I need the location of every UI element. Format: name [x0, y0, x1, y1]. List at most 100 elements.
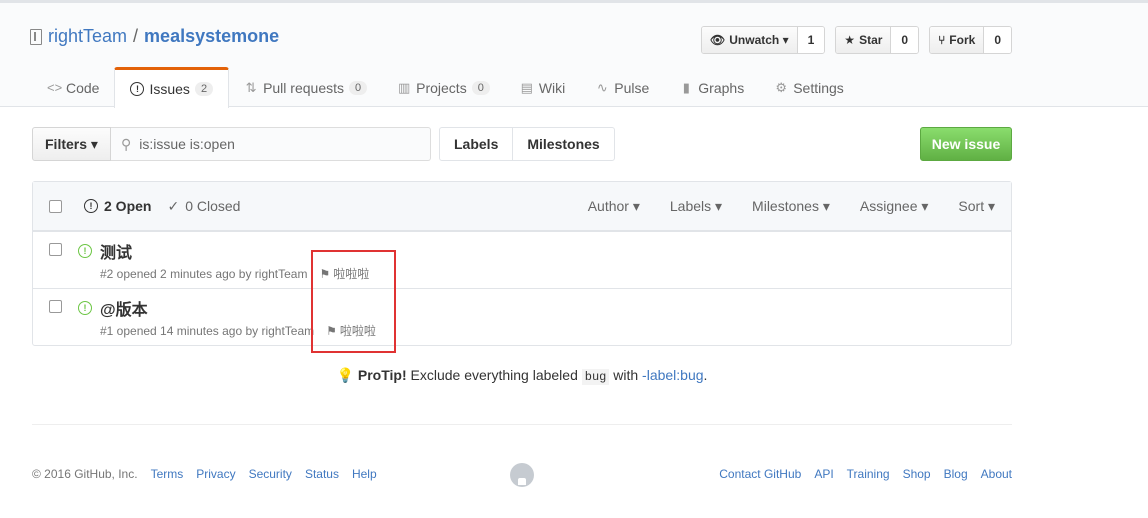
repo-actions: 👁 Unwatch ▾ 1 ★ Star 0 ⑂ Fork 0: [701, 26, 1012, 54]
repo-owner-link[interactable]: rightTeam: [48, 26, 127, 47]
issue-opened-icon: !: [78, 244, 92, 258]
tab-projects[interactable]: ▥ Projects 0: [382, 67, 505, 108]
tab-graphs[interactable]: ▮ Graphs: [664, 67, 759, 108]
tab-label: Pulse: [614, 79, 650, 96]
issue-row: ! 测试 #2 opened 2 minutes ago by rightTea…: [33, 231, 1011, 288]
eye-icon: 👁: [710, 33, 726, 47]
tab-counter: 2: [194, 82, 214, 96]
footer-link-about[interactable]: About: [981, 467, 1012, 481]
author-filter[interactable]: Author ▾: [588, 198, 640, 215]
unwatch-label: Unwatch ▾: [729, 33, 789, 47]
tab-pull-requests[interactable]: ⇅ Pull requests 0: [229, 67, 382, 108]
issue-checkbox[interactable]: [49, 243, 62, 256]
highlight-annotation: [311, 250, 396, 353]
issue-states: ! 2 Open ✓ 0 Closed: [84, 198, 240, 215]
tab-issues[interactable]: ! Issues 2: [114, 67, 230, 108]
footer-link-terms[interactable]: Terms: [151, 467, 184, 481]
issue-opened-icon: !: [78, 301, 92, 315]
issue-filters: Filters ▾ ⚲: [32, 127, 431, 161]
open-issues-link[interactable]: ! 2 Open: [84, 198, 151, 215]
labels-filter[interactable]: Labels ▾: [670, 198, 722, 215]
footer-link-status[interactable]: Status: [305, 467, 339, 481]
issue-title-link[interactable]: @版本: [100, 296, 148, 320]
protip-text: Exclude everything labeled: [406, 367, 582, 383]
tab-pulse[interactable]: ∿ Pulse: [580, 67, 664, 108]
protip: 💡 ProTip! Exclude everything labeled bug…: [0, 367, 1044, 385]
footer-right: Contact GitHub API Training Shop Blog Ab…: [719, 467, 1012, 481]
footer-link-api[interactable]: API: [814, 467, 833, 481]
repo-icon: [30, 28, 42, 45]
gear-icon: ⚙: [775, 79, 788, 95]
select-all-checkbox[interactable]: [49, 199, 62, 213]
star-label: Star: [859, 33, 883, 47]
tab-counter: 0: [471, 80, 490, 95]
tab-label: Settings: [793, 79, 844, 96]
labels-button[interactable]: Labels: [440, 128, 512, 160]
repo-nav-tabs: <> Code ! Issues 2 ⇅ Pull requests 0 ▥ P…: [32, 67, 859, 108]
issue-checkbox[interactable]: [49, 300, 62, 313]
issue-icon: !: [130, 82, 145, 96]
footer-link-privacy[interactable]: Privacy: [196, 467, 235, 481]
pulse-icon: ∿: [596, 79, 608, 95]
closed-count: 0 Closed: [185, 198, 241, 214]
fork-label: Fork: [949, 33, 976, 47]
repo-title: rightTeam / mealsystemone: [30, 26, 279, 47]
tab-wiki[interactable]: ▤ Wiki: [505, 67, 580, 108]
tab-label: Pull requests: [263, 79, 344, 96]
github-logo-icon[interactable]: [510, 463, 534, 487]
assignee-filter[interactable]: Assignee ▾: [860, 198, 929, 215]
repo-separator: /: [133, 26, 139, 46]
new-issue-button[interactable]: New issue: [920, 127, 1012, 161]
forks-count[interactable]: 0: [984, 27, 1011, 53]
tab-label: Projects: [416, 79, 467, 96]
fork-icon: ⑂: [938, 33, 946, 47]
milestones-button[interactable]: Milestones: [512, 128, 613, 160]
search-icon: ⚲: [120, 135, 132, 152]
book-icon: ▤: [520, 79, 533, 95]
open-count: 2 Open: [104, 198, 152, 214]
tab-settings[interactable]: ⚙ Settings: [759, 67, 859, 108]
check-icon: ✓: [167, 197, 180, 214]
tab-code[interactable]: <> Code: [32, 67, 114, 108]
repo-name-link[interactable]: mealsystemone: [144, 26, 279, 47]
protip-label: ProTip!: [357, 367, 407, 383]
watchers-count[interactable]: 1: [797, 27, 825, 53]
search-input[interactable]: [139, 136, 400, 152]
tab-label: Graphs: [698, 79, 745, 96]
tab-label: Issues: [149, 81, 190, 97]
issues-list: ! 2 Open ✓ 0 Closed Author ▾ Labels ▾ Mi…: [32, 181, 1012, 346]
footer-left: © 2016 GitHub, Inc. Terms Privacy Securi…: [32, 467, 377, 481]
issue-opened-icon: !: [84, 199, 98, 213]
list-filters: Author ▾ Labels ▾ Milestones ▾ Assignee …: [588, 198, 1011, 215]
filters-button[interactable]: Filters ▾: [32, 127, 111, 161]
stars-count[interactable]: 0: [891, 27, 919, 53]
watch-button-group: 👁 Unwatch ▾ 1: [701, 26, 826, 54]
fork-button[interactable]: ⑂ Fork: [930, 27, 985, 53]
lightbulb-icon: 💡: [336, 367, 354, 383]
protip-link[interactable]: -label:bug: [642, 367, 704, 383]
unwatch-button[interactable]: 👁 Unwatch ▾: [702, 27, 798, 53]
footer-divider: [32, 424, 1012, 425]
code-icon: <>: [47, 80, 63, 95]
project-icon: ▥: [397, 79, 411, 95]
footer-copyright: © 2016 GitHub, Inc.: [32, 467, 138, 481]
footer-link-contact[interactable]: Contact GitHub: [719, 467, 801, 481]
footer-link-shop[interactable]: Shop: [903, 467, 931, 481]
issue-title-link[interactable]: 测试: [100, 239, 132, 263]
sort-filter[interactable]: Sort ▾: [958, 198, 995, 215]
milestones-filter[interactable]: Milestones ▾: [752, 198, 830, 215]
footer-link-security[interactable]: Security: [249, 467, 292, 481]
star-button[interactable]: ★ Star: [836, 27, 892, 53]
footer-link-help[interactable]: Help: [352, 467, 377, 481]
issue-meta-text: #2 opened 2 minutes ago by rightTeam: [100, 266, 308, 281]
repo-header: rightTeam / mealsystemone 👁 Unwatch ▾ 1 …: [0, 3, 1148, 108]
footer-link-blog[interactable]: Blog: [944, 467, 968, 481]
graph-icon: ▮: [682, 79, 690, 95]
star-icon: ★: [844, 33, 856, 47]
tab-counter: 0: [349, 80, 368, 95]
protip-text: with: [609, 367, 643, 383]
issue-meta-text: #1 opened 14 minutes ago by rightTeam: [100, 323, 315, 338]
star-button-group: ★ Star 0: [835, 26, 920, 54]
footer-link-training[interactable]: Training: [847, 467, 890, 481]
closed-issues-link[interactable]: ✓ 0 Closed: [167, 198, 240, 215]
